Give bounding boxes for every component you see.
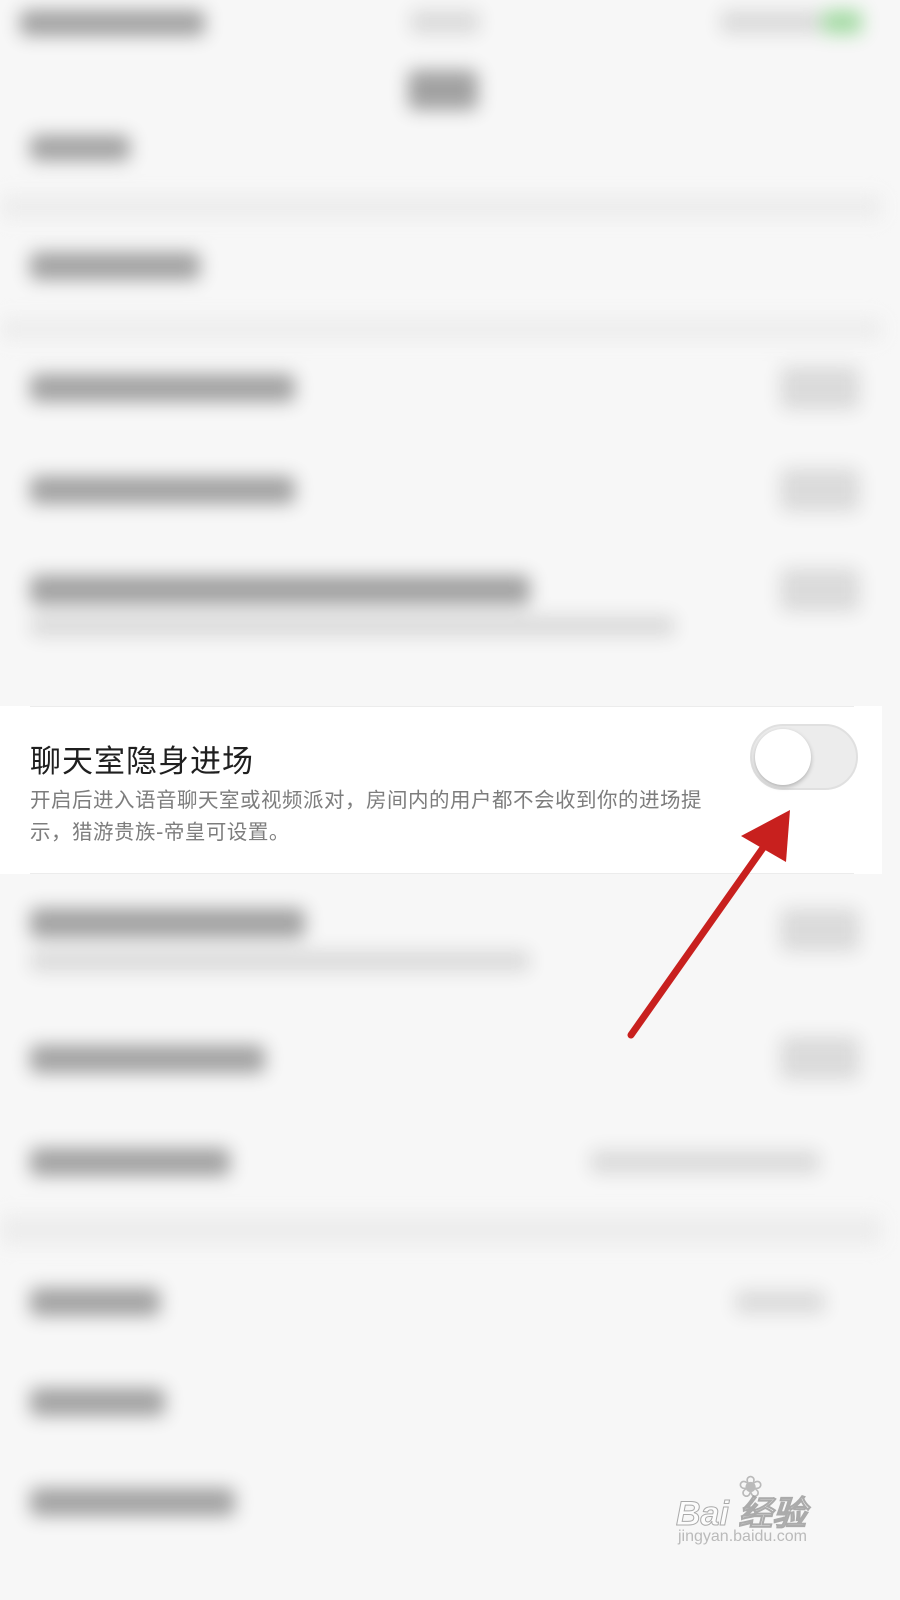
blurred-toggle	[780, 908, 860, 952]
status-bar-right	[720, 10, 820, 34]
blurred-row-label	[30, 374, 295, 402]
nav-title	[408, 70, 478, 110]
status-bar-left	[20, 10, 205, 36]
blurred-row-label	[30, 1148, 230, 1176]
battery-icon	[822, 10, 862, 34]
blurred-row-desc	[30, 950, 530, 972]
setting-row-chatroom-stealth-entry: 聊天室隐身进场 开启后进入语音聊天室或视频派对，房间内的用户都不会收到你的进场提…	[0, 706, 882, 874]
row-divider-top	[30, 706, 854, 707]
setting-title: 聊天室隐身进场	[30, 744, 254, 780]
blurred-toggle	[780, 366, 860, 410]
blurred-toggle	[780, 468, 860, 512]
stealth-entry-toggle[interactable]	[750, 724, 858, 790]
blurred-row-label	[30, 1045, 265, 1073]
blurred-row-label	[30, 1488, 235, 1516]
blurred-row-label	[30, 1388, 165, 1416]
section-gap	[0, 1215, 882, 1245]
baidu-jingyan-watermark: Bai 经验 ❀ jingyan.baidu.com	[675, 1470, 851, 1558]
blurred-row-desc	[30, 615, 675, 637]
row-divider-bottom	[30, 873, 854, 874]
paw-icon: ❀	[738, 1470, 764, 1505]
blurred-row-label	[30, 908, 305, 938]
section-gap	[0, 195, 882, 219]
blurred-toggle	[780, 1036, 860, 1080]
section-gap	[0, 318, 882, 340]
blurred-row-label	[30, 135, 130, 161]
watermark-url: jingyan.baidu.com	[678, 1528, 807, 1545]
toggle-knob	[755, 729, 811, 785]
blurred-row-label	[30, 252, 200, 280]
setting-description: 开启后进入语音聊天室或视频派对，房间内的用户都不会收到你的进场提示，猎游贵族-帝…	[30, 788, 702, 844]
blurred-row-label	[30, 575, 530, 605]
status-bar-time	[410, 10, 480, 34]
blurred-toggle	[780, 568, 860, 612]
blurred-row-value	[735, 1290, 825, 1314]
blurred-row-label	[30, 1288, 160, 1316]
blurred-row-value	[590, 1150, 820, 1174]
blurred-row-label	[30, 476, 295, 504]
